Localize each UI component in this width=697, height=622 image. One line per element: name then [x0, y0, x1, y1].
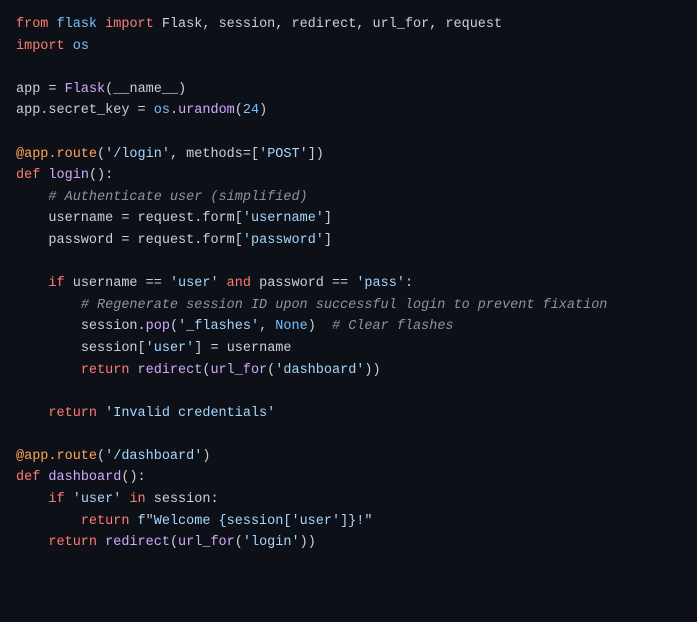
code-line-empty-5 [16, 424, 681, 446]
code-line-4: app = Flask(__name__) [16, 79, 681, 101]
code-line-10: username = request.form['username'] [16, 208, 681, 230]
code-line-23: if 'user' in session: [16, 489, 681, 511]
code-line-19: return 'Invalid credentials' [16, 403, 681, 425]
code-line-24: return f"Welcome {session['user']}!" [16, 511, 681, 533]
code-line-empty-3 [16, 252, 681, 274]
code-line-1: from flask import Flask, session, redire… [16, 14, 681, 36]
code-line-8: def login(): [16, 165, 681, 187]
code-line-5: app.secret_key = os.urandom(24) [16, 100, 681, 122]
code-line-21: @app.route('/dashboard') [16, 446, 681, 468]
code-line-empty-2 [16, 122, 681, 144]
code-line-7: @app.route('/login', methods=['POST']) [16, 144, 681, 166]
code-line-14: # Regenerate session ID upon successful … [16, 295, 681, 317]
code-line-11: password = request.form['password'] [16, 230, 681, 252]
code-line-empty-1 [16, 57, 681, 79]
code-line-25: return redirect(url_for('login')) [16, 532, 681, 554]
code-line-22: def dashboard(): [16, 467, 681, 489]
code-line-16: session['user'] = username [16, 338, 681, 360]
code-line-2: import os [16, 36, 681, 58]
code-editor: from flask import Flask, session, redire… [0, 0, 697, 622]
code-line-9: # Authenticate user (simplified) [16, 187, 681, 209]
code-line-empty-4 [16, 381, 681, 403]
code-line-15: session.pop('_flashes', None) # Clear fl… [16, 316, 681, 338]
code-line-13: if username == 'user' and password == 'p… [16, 273, 681, 295]
code-line-17: return redirect(url_for('dashboard')) [16, 360, 681, 382]
